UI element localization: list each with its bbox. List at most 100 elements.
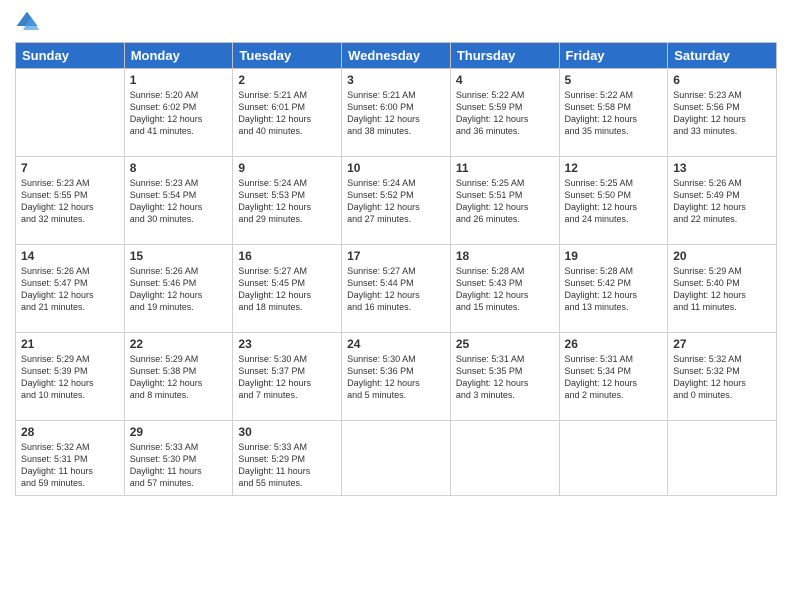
day-number: 13	[673, 161, 771, 175]
day-number: 1	[130, 73, 228, 87]
day-number: 11	[456, 161, 554, 175]
cell-text: Sunrise: 5:27 AM Sunset: 5:44 PM Dayligh…	[347, 265, 445, 314]
day-number: 10	[347, 161, 445, 175]
calendar-cell: 30 Sunrise: 5:33 AM Sunset: 5:29 PM Dayli…	[233, 421, 342, 496]
weekday-header-saturday: Saturday	[668, 43, 777, 69]
week-row-3: 14 Sunrise: 5:26 AM Sunset: 5:47 PM Dayli…	[16, 245, 777, 333]
day-number: 9	[238, 161, 336, 175]
day-number: 29	[130, 425, 228, 439]
day-number: 23	[238, 337, 336, 351]
day-number: 17	[347, 249, 445, 263]
cell-text: Sunrise: 5:28 AM Sunset: 5:42 PM Dayligh…	[565, 265, 663, 314]
calendar-cell	[450, 421, 559, 496]
cell-text: Sunrise: 5:23 AM Sunset: 5:54 PM Dayligh…	[130, 177, 228, 226]
calendar-cell: 16 Sunrise: 5:27 AM Sunset: 5:45 PM Dayli…	[233, 245, 342, 333]
cell-text: Sunrise: 5:30 AM Sunset: 5:37 PM Dayligh…	[238, 353, 336, 402]
cell-text: Sunrise: 5:23 AM Sunset: 5:55 PM Dayligh…	[21, 177, 119, 226]
cell-text: Sunrise: 5:26 AM Sunset: 5:46 PM Dayligh…	[130, 265, 228, 314]
weekday-header-thursday: Thursday	[450, 43, 559, 69]
cell-text: Sunrise: 5:23 AM Sunset: 5:56 PM Dayligh…	[673, 89, 771, 138]
cell-text: Sunrise: 5:21 AM Sunset: 6:01 PM Dayligh…	[238, 89, 336, 138]
day-number: 30	[238, 425, 336, 439]
day-number: 2	[238, 73, 336, 87]
day-number: 3	[347, 73, 445, 87]
page: SundayMondayTuesdayWednesdayThursdayFrid…	[0, 0, 792, 612]
calendar-cell: 4Sunrise: 5:22 AM Sunset: 5:59 PM Daylig…	[450, 69, 559, 157]
cell-text: Sunrise: 5:24 AM Sunset: 5:52 PM Dayligh…	[347, 177, 445, 226]
day-number: 28	[21, 425, 119, 439]
cell-text: Sunrise: 5:31 AM Sunset: 5:35 PM Dayligh…	[456, 353, 554, 402]
calendar-cell: 27Sunrise: 5:32 AM Sunset: 5:32 PM Dayli…	[668, 333, 777, 421]
calendar-cell: 14 Sunrise: 5:26 AM Sunset: 5:47 PM Dayli…	[16, 245, 125, 333]
cell-text: Sunrise: 5:24 AM Sunset: 5:53 PM Dayligh…	[238, 177, 336, 226]
calendar-cell	[342, 421, 451, 496]
day-number: 18	[456, 249, 554, 263]
weekday-header-friday: Friday	[559, 43, 668, 69]
calendar-cell: 1 Sunrise: 5:20 AM Sunset: 6:02 PM Daylig…	[124, 69, 233, 157]
day-number: 21	[21, 337, 119, 351]
calendar-cell: 9 Sunrise: 5:24 AM Sunset: 5:53 PM Daylig…	[233, 157, 342, 245]
day-number: 7	[21, 161, 119, 175]
day-number: 8	[130, 161, 228, 175]
day-number: 20	[673, 249, 771, 263]
week-row-1: 1 Sunrise: 5:20 AM Sunset: 6:02 PM Daylig…	[16, 69, 777, 157]
calendar-cell: 12Sunrise: 5:25 AM Sunset: 5:50 PM Dayli…	[559, 157, 668, 245]
day-number: 5	[565, 73, 663, 87]
calendar-cell: 29 Sunrise: 5:33 AM Sunset: 5:30 PM Dayli…	[124, 421, 233, 496]
calendar-cell: 10 Sunrise: 5:24 AM Sunset: 5:52 PM Dayli…	[342, 157, 451, 245]
calendar-cell: 22 Sunrise: 5:29 AM Sunset: 5:38 PM Dayli…	[124, 333, 233, 421]
day-number: 15	[130, 249, 228, 263]
calendar-cell: 26 Sunrise: 5:31 AM Sunset: 5:34 PM Dayli…	[559, 333, 668, 421]
cell-text: Sunrise: 5:33 AM Sunset: 5:30 PM Dayligh…	[130, 441, 228, 490]
calendar-cell: 17 Sunrise: 5:27 AM Sunset: 5:44 PM Dayli…	[342, 245, 451, 333]
day-number: 25	[456, 337, 554, 351]
cell-text: Sunrise: 5:32 AM Sunset: 5:32 PM Dayligh…	[673, 353, 771, 402]
cell-text: Sunrise: 5:20 AM Sunset: 6:02 PM Dayligh…	[130, 89, 228, 138]
calendar-cell: 3Sunrise: 5:21 AM Sunset: 6:00 PM Daylig…	[342, 69, 451, 157]
day-number: 22	[130, 337, 228, 351]
cell-text: Sunrise: 5:29 AM Sunset: 5:38 PM Dayligh…	[130, 353, 228, 402]
calendar-cell: 23 Sunrise: 5:30 AM Sunset: 5:37 PM Dayli…	[233, 333, 342, 421]
day-number: 6	[673, 73, 771, 87]
calendar-cell: 13 Sunrise: 5:26 AM Sunset: 5:49 PM Dayli…	[668, 157, 777, 245]
calendar-cell: 2 Sunrise: 5:21 AM Sunset: 6:01 PM Daylig…	[233, 69, 342, 157]
cell-text: Sunrise: 5:28 AM Sunset: 5:43 PM Dayligh…	[456, 265, 554, 314]
calendar-cell: 20 Sunrise: 5:29 AM Sunset: 5:40 PM Dayli…	[668, 245, 777, 333]
logo-icon	[15, 10, 39, 34]
day-number: 26	[565, 337, 663, 351]
calendar-cell: 24Sunrise: 5:30 AM Sunset: 5:36 PM Dayli…	[342, 333, 451, 421]
cell-text: Sunrise: 5:25 AM Sunset: 5:50 PM Dayligh…	[565, 177, 663, 226]
day-number: 14	[21, 249, 119, 263]
cell-text: Sunrise: 5:26 AM Sunset: 5:49 PM Dayligh…	[673, 177, 771, 226]
cell-text: Sunrise: 5:27 AM Sunset: 5:45 PM Dayligh…	[238, 265, 336, 314]
day-number: 16	[238, 249, 336, 263]
day-number: 19	[565, 249, 663, 263]
calendar-cell: 18 Sunrise: 5:28 AM Sunset: 5:43 PM Dayli…	[450, 245, 559, 333]
weekday-header-sunday: Sunday	[16, 43, 125, 69]
cell-text: Sunrise: 5:22 AM Sunset: 5:58 PM Dayligh…	[565, 89, 663, 138]
cell-text: Sunrise: 5:29 AM Sunset: 5:39 PM Dayligh…	[21, 353, 119, 402]
cell-text: Sunrise: 5:31 AM Sunset: 5:34 PM Dayligh…	[565, 353, 663, 402]
calendar-cell: 28Sunrise: 5:32 AM Sunset: 5:31 PM Dayli…	[16, 421, 125, 496]
calendar-cell: 5 Sunrise: 5:22 AM Sunset: 5:58 PM Daylig…	[559, 69, 668, 157]
logo	[15, 10, 43, 34]
day-number: 24	[347, 337, 445, 351]
calendar-cell: 8 Sunrise: 5:23 AM Sunset: 5:54 PM Daylig…	[124, 157, 233, 245]
calendar-cell	[16, 69, 125, 157]
cell-text: Sunrise: 5:25 AM Sunset: 5:51 PM Dayligh…	[456, 177, 554, 226]
calendar-cell: 19 Sunrise: 5:28 AM Sunset: 5:42 PM Dayli…	[559, 245, 668, 333]
calendar-cell	[559, 421, 668, 496]
calendar-cell: 11 Sunrise: 5:25 AM Sunset: 5:51 PM Dayli…	[450, 157, 559, 245]
week-row-5: 28Sunrise: 5:32 AM Sunset: 5:31 PM Dayli…	[16, 421, 777, 496]
calendar-table: SundayMondayTuesdayWednesdayThursdayFrid…	[15, 42, 777, 496]
cell-text: Sunrise: 5:26 AM Sunset: 5:47 PM Dayligh…	[21, 265, 119, 314]
week-row-4: 21 Sunrise: 5:29 AM Sunset: 5:39 PM Dayli…	[16, 333, 777, 421]
calendar-cell: 25 Sunrise: 5:31 AM Sunset: 5:35 PM Dayli…	[450, 333, 559, 421]
header	[15, 10, 777, 34]
calendar-cell: 15 Sunrise: 5:26 AM Sunset: 5:46 PM Dayli…	[124, 245, 233, 333]
calendar-cell	[668, 421, 777, 496]
cell-text: Sunrise: 5:33 AM Sunset: 5:29 PM Dayligh…	[238, 441, 336, 490]
cell-text: Sunrise: 5:29 AM Sunset: 5:40 PM Dayligh…	[673, 265, 771, 314]
cell-text: Sunrise: 5:22 AM Sunset: 5:59 PM Dayligh…	[456, 89, 554, 138]
calendar-cell: 21 Sunrise: 5:29 AM Sunset: 5:39 PM Dayli…	[16, 333, 125, 421]
